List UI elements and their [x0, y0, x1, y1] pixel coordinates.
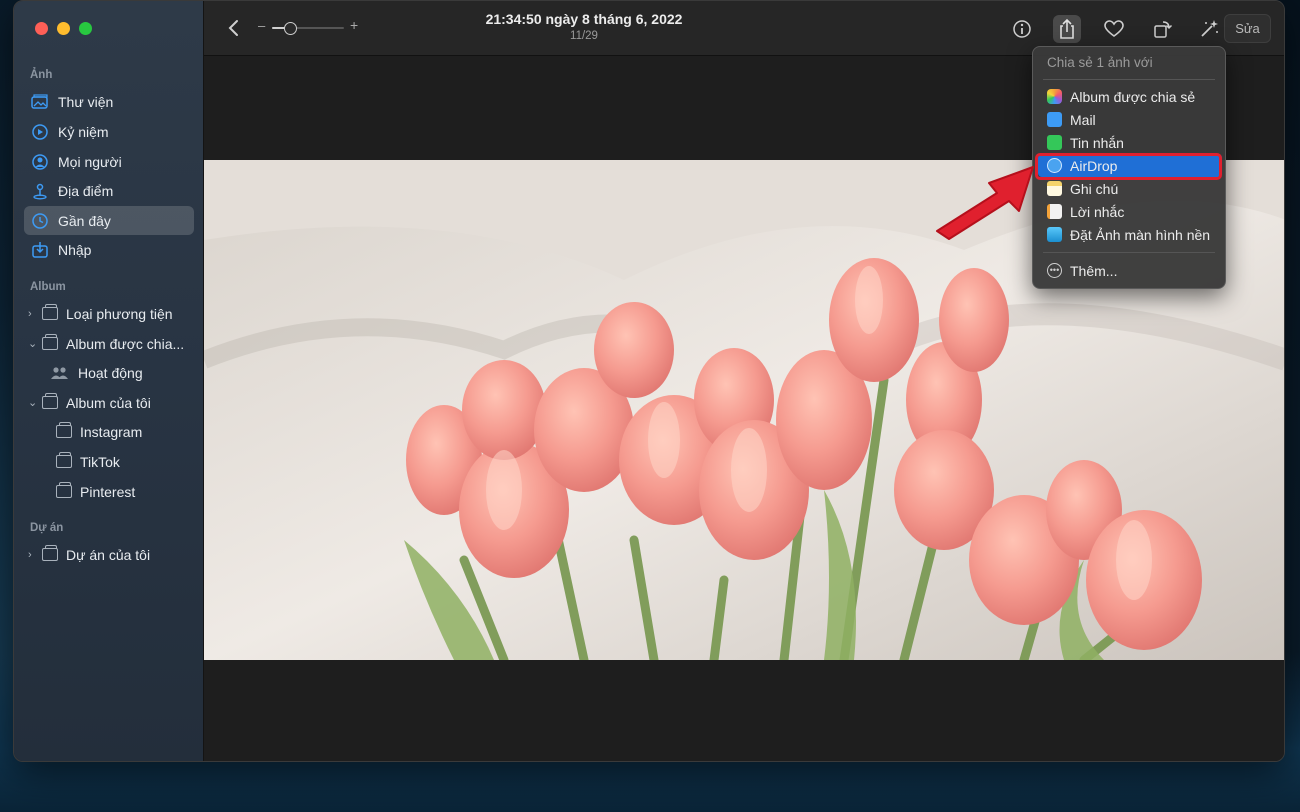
annotation-arrow-icon: [936, 166, 1034, 240]
sidebar-item-my-albums[interactable]: ⌄ Album của tôi: [24, 388, 194, 417]
sidebar-item-activity[interactable]: Hoạt động: [24, 358, 194, 387]
sidebar-item-label: Hoạt động: [78, 364, 143, 381]
favorite-button[interactable]: [1100, 15, 1128, 43]
folder-icon: [42, 304, 58, 320]
share-icon: [1060, 18, 1074, 39]
menu-item-label: Ghi chú: [1070, 180, 1119, 197]
rotate-button[interactable]: [1149, 15, 1177, 43]
import-icon: [30, 240, 50, 260]
share-item-messages[interactable]: Tin nhắn: [1038, 131, 1222, 154]
shared-album-icon: [1047, 89, 1062, 104]
album-icon: [56, 452, 72, 468]
shared-folder-icon: [42, 334, 58, 350]
library-icon: [30, 92, 50, 112]
sidebar-item-pinterest[interactable]: Pinterest: [24, 477, 194, 506]
places-icon: [30, 181, 50, 201]
sidebar-item-label: Instagram: [80, 423, 143, 440]
sidebar-item-instagram[interactable]: Instagram: [24, 417, 194, 446]
rotate-icon: [1154, 21, 1173, 38]
sidebar-item-label: Loại phương tiện: [66, 305, 173, 322]
folder-icon: [42, 393, 58, 409]
sidebar-item-label: TikTok: [80, 453, 120, 470]
section-header-albums: Album: [30, 281, 66, 293]
share-item-reminders[interactable]: Lời nhắc: [1038, 200, 1222, 223]
chevron-right-icon[interactable]: ›: [28, 308, 38, 320]
photos-window: Ảnh Thư viện Kỷ niệm Mọi người Địa điểm: [13, 0, 1285, 762]
share-item-mail[interactable]: Mail: [1038, 108, 1222, 131]
wallpaper-icon: [1047, 227, 1062, 242]
info-button[interactable]: [1008, 15, 1036, 43]
messages-icon: [1047, 135, 1062, 150]
sidebar-item-label: Nhập: [58, 241, 92, 258]
sidebar-item-label: Thư viện: [58, 93, 114, 110]
sidebar-item-shared-albums[interactable]: ⌄ Album được chia...: [24, 329, 194, 358]
chevron-down-icon[interactable]: ⌄: [28, 396, 38, 409]
share-item-more[interactable]: ••• Thêm...: [1038, 259, 1222, 282]
sidebar-item-memories[interactable]: Kỷ niệm: [24, 117, 194, 146]
share-item-shared-album[interactable]: Album được chia sẻ: [1038, 85, 1222, 108]
sidebar-item-recents[interactable]: Gần đây: [24, 206, 194, 235]
sidebar-item-my-projects[interactable]: › Dự án của tôi: [24, 540, 194, 569]
menu-item-label: Thêm...: [1070, 262, 1118, 279]
zoom-window-button[interactable]: [79, 22, 92, 35]
sidebar-item-import[interactable]: Nhập: [24, 235, 194, 264]
close-window-button[interactable]: [35, 22, 48, 35]
album-icon: [56, 422, 72, 438]
chevron-down-icon[interactable]: ⌄: [28, 337, 38, 350]
sidebar-item-label: Album của tôi: [66, 394, 151, 411]
folder-icon: [42, 545, 58, 561]
favorite-heart-icon: [1104, 20, 1124, 37]
sidebar-item-label: Album được chia...: [66, 335, 185, 352]
sidebar-item-label: Pinterest: [80, 483, 136, 500]
section-header-photos: Ảnh: [30, 69, 53, 81]
sidebar-item-label: Địa điểm: [58, 182, 114, 199]
menu-separator: [1043, 252, 1215, 253]
sidebar-item-label: Gần đây: [58, 212, 111, 229]
sidebar: Ảnh Thư viện Kỷ niệm Mọi người Địa điểm: [14, 1, 204, 761]
annotation-highlight-box: [1035, 153, 1222, 180]
people-icon: [30, 152, 50, 172]
minimize-window-button[interactable]: [57, 22, 70, 35]
menu-item-label: Mail: [1070, 111, 1096, 128]
sidebar-item-label: Kỷ niệm: [58, 123, 109, 140]
more-ellipsis-icon: •••: [1047, 263, 1062, 278]
menu-item-label: Album được chia sẻ: [1070, 88, 1196, 105]
memories-icon: [30, 122, 50, 142]
share-menu-header: Chia sẻ 1 ảnh với: [1047, 55, 1153, 70]
menu-item-label: Tin nhắn: [1070, 134, 1124, 151]
sidebar-item-people[interactable]: Mọi người: [24, 147, 194, 176]
mail-icon: [1047, 112, 1062, 127]
sidebar-item-places[interactable]: Địa điểm: [24, 176, 194, 205]
auto-enhance-icon: [1201, 20, 1218, 37]
album-icon: [56, 482, 72, 498]
info-icon: [1013, 20, 1031, 38]
menu-item-label: Đặt Ảnh màn hình nền: [1070, 226, 1211, 243]
chevron-right-icon[interactable]: ›: [28, 549, 38, 561]
menu-item-label: Lời nhắc: [1070, 203, 1125, 220]
auto-enhance-button[interactable]: [1195, 15, 1223, 43]
share-item-set-wallpaper[interactable]: Đặt Ảnh màn hình nền: [1038, 223, 1222, 246]
people-group-icon: [50, 363, 70, 383]
sidebar-item-library[interactable]: Thư viện: [24, 87, 194, 116]
sidebar-item-label: Dự án của tôi: [66, 546, 151, 563]
photo-index: 11/29: [570, 30, 598, 42]
recents-icon: [30, 211, 50, 231]
edit-button[interactable]: Sửa: [1224, 14, 1271, 43]
window-controls: [35, 22, 92, 35]
notes-icon: [1047, 181, 1062, 196]
sidebar-item-label: Mọi người: [58, 153, 122, 170]
photo-date-title: 21:34:50 ngày 8 tháng 6, 2022: [485, 11, 683, 27]
sidebar-item-tiktok[interactable]: TikTok: [24, 447, 194, 476]
menu-separator: [1043, 79, 1215, 80]
sidebar-item-media-types[interactable]: › Loại phương tiện: [24, 299, 194, 328]
section-header-projects: Dự án: [30, 522, 64, 534]
share-button[interactable]: [1053, 15, 1081, 43]
reminders-icon: [1047, 204, 1062, 219]
share-item-notes[interactable]: Ghi chú: [1038, 177, 1222, 200]
